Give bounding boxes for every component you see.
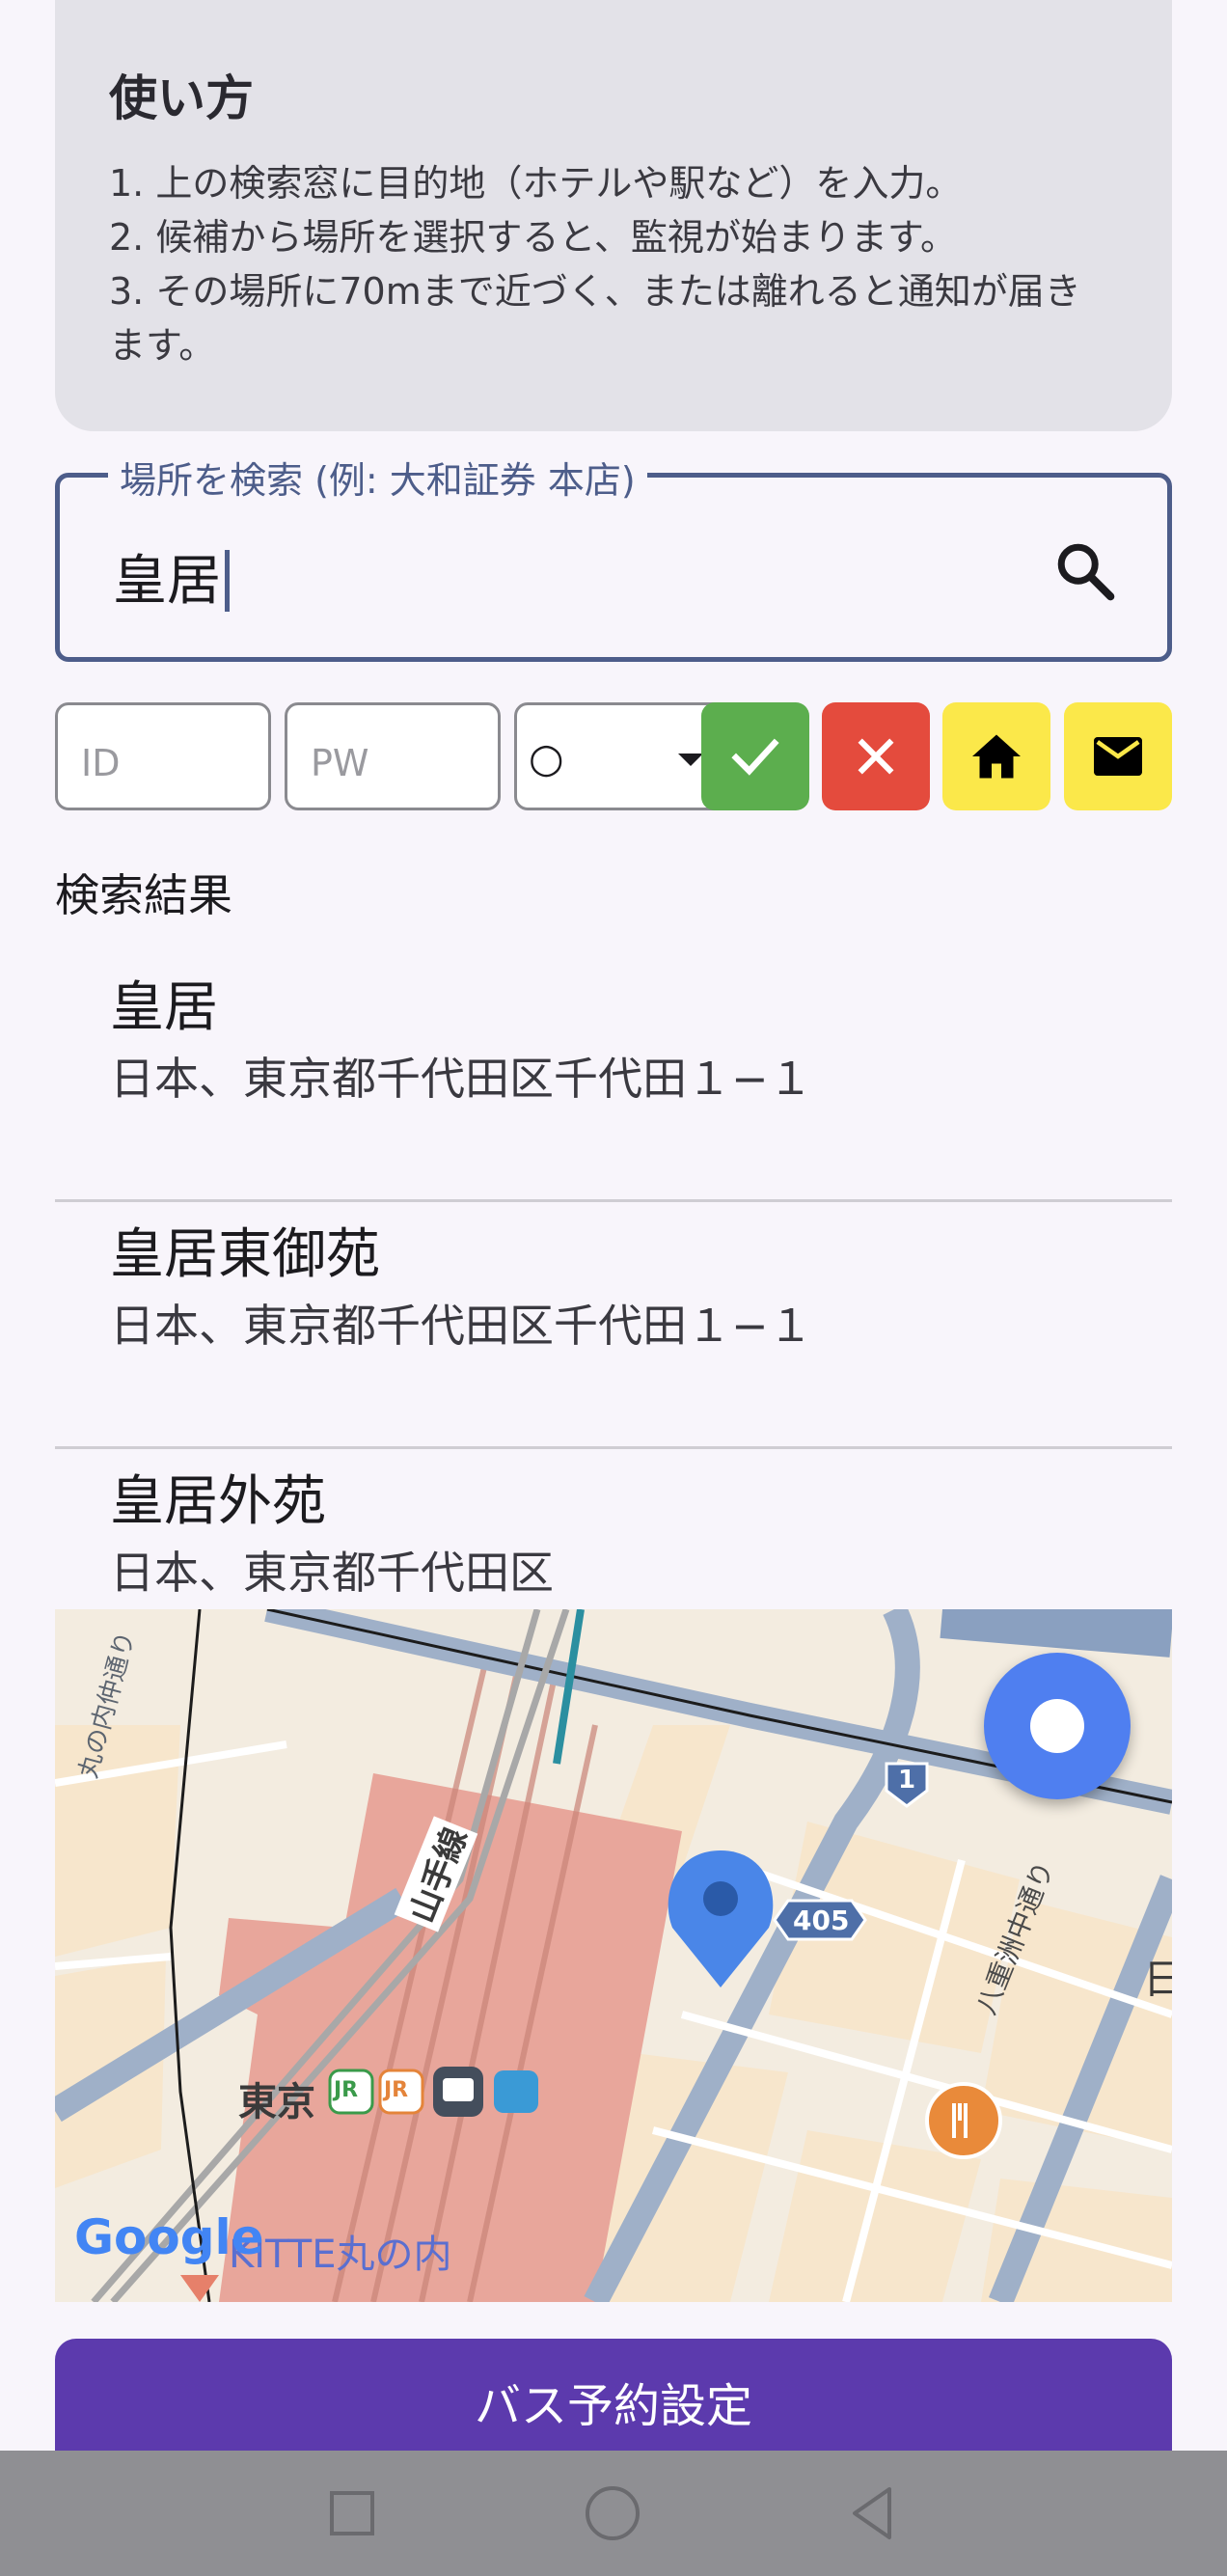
list-item[interactable]: 皇居 日本、東京都千代田区千代田１−１ bbox=[55, 955, 1172, 1202]
home-icon bbox=[972, 734, 1021, 779]
mode-select[interactable]: ○ bbox=[514, 702, 731, 810]
howto-step-3: 3. その場所に70mまで近づく、または離れると通知が届きます。 bbox=[109, 270, 1081, 367]
search-label: 場所を検索 (例: 大和証券 本店) bbox=[108, 451, 647, 504]
check-icon bbox=[731, 738, 779, 776]
recents-icon[interactable] bbox=[318, 2480, 386, 2547]
id-input[interactable]: ID bbox=[55, 702, 271, 810]
back-icon[interactable] bbox=[839, 2480, 907, 2547]
google-logo: Google bbox=[74, 2209, 264, 2265]
result-name: 皇居 bbox=[110, 976, 218, 1039]
result-address: 日本、東京都千代田区 bbox=[110, 1547, 554, 1599]
search-field[interactable]: 場所を検索 (例: 大和証券 本店) 皇居 bbox=[55, 451, 1172, 662]
home-button[interactable] bbox=[942, 702, 1050, 810]
result-address: 日本、東京都千代田区千代田１−１ bbox=[110, 1053, 813, 1105]
results-heading: 検索結果 bbox=[55, 869, 232, 921]
mode-select-value: ○ bbox=[529, 734, 564, 781]
close-icon bbox=[858, 738, 894, 775]
result-address: 日本、東京都千代田区千代田１−１ bbox=[110, 1300, 813, 1352]
map-view[interactable]: 丸の内仲通り 山手線 1 405 八重洲中通り 日 東京 JR JR KITTE… bbox=[55, 1609, 1172, 2302]
mail-button[interactable] bbox=[1064, 702, 1172, 810]
howto-step-1: 1. 上の検索窓に目的地（ホテルや駅など）を入力。 bbox=[109, 162, 963, 205]
my-location-button[interactable] bbox=[984, 1653, 1131, 1799]
search-icon[interactable] bbox=[1051, 537, 1119, 605]
howto-card: 使い方 1. 上の検索窓に目的地（ホテルや駅など）を入力。 2. 候補から場所を… bbox=[55, 0, 1172, 431]
map-label-route-405: 405 bbox=[793, 1905, 850, 1936]
system-navbar bbox=[0, 2451, 1227, 2576]
map-label-jr-1: JR bbox=[334, 2078, 359, 2102]
map-label-route-1: 1 bbox=[898, 1766, 916, 1795]
cancel-button[interactable] bbox=[822, 702, 930, 810]
list-item[interactable]: 皇居外苑 日本、東京都千代田区 bbox=[55, 1449, 1172, 1600]
my-location-icon bbox=[1030, 1699, 1084, 1753]
home-circle-icon[interactable] bbox=[579, 2480, 646, 2547]
chevron-down-icon bbox=[678, 754, 703, 766]
map-label-edge: 日 bbox=[1143, 1956, 1172, 2003]
confirm-button[interactable] bbox=[701, 702, 809, 810]
map-label-station: 東京 bbox=[238, 2080, 315, 2124]
mail-icon bbox=[1094, 737, 1142, 776]
list-item[interactable]: 皇居東御苑 日本、東京都千代田区千代田１−１ bbox=[55, 1202, 1172, 1449]
result-name: 皇居外苑 bbox=[110, 1470, 326, 1533]
result-name: 皇居東御苑 bbox=[110, 1223, 380, 1286]
howto-step-2: 2. 候補から場所を選択すると、監視が始まります。 bbox=[109, 216, 958, 259]
howto-title: 使い方 bbox=[109, 70, 254, 126]
map-label-jr-2: JR bbox=[384, 2078, 409, 2102]
pw-input[interactable]: PW bbox=[285, 702, 501, 810]
results-list[interactable]: 皇居 日本、東京都千代田区千代田１−１ 皇居東御苑 日本、東京都千代田区千代田１… bbox=[55, 955, 1172, 1600]
search-input[interactable]: 皇居 bbox=[113, 537, 230, 616]
